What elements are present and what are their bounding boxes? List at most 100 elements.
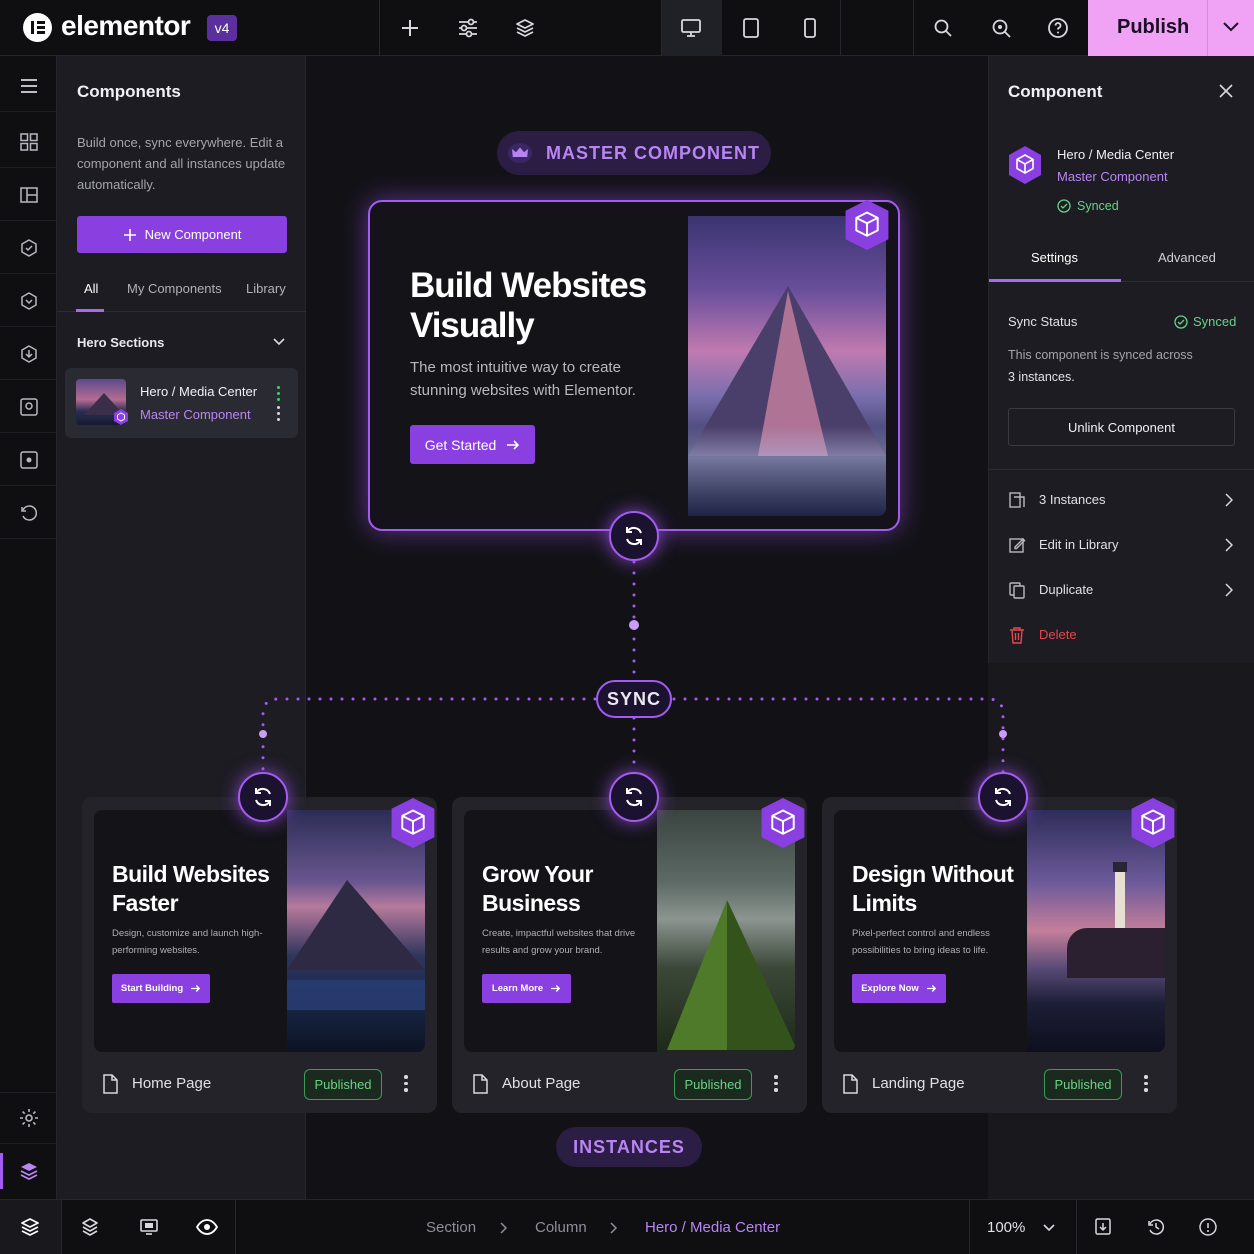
delete-row[interactable]: Delete <box>989 613 1254 657</box>
instance-card[interactable]: Grow Your Business Create, impactful web… <box>452 797 807 1113</box>
master-subtitle: The most intuitive way to create stunnin… <box>410 359 636 399</box>
page-name: Home Page <box>132 1075 212 1092</box>
duplicate-icon <box>1009 582 1025 599</box>
zoom-value[interactable]: 100% <box>987 1219 1025 1236</box>
instance-card[interactable]: Design Without Limits Pixel-perfect cont… <box>822 797 1177 1113</box>
instance-title: Design Without Limits <box>852 861 1014 916</box>
instances-row[interactable]: 3 Instances <box>989 478 1254 522</box>
instance-footer: Landing Page Published <box>842 1069 1162 1101</box>
edit-icon <box>1009 538 1026 553</box>
instances-label: 3 Instances <box>1039 492 1106 507</box>
more-options-icon[interactable] <box>404 1075 408 1095</box>
chevron-right-icon <box>500 1222 508 1234</box>
layers-icon[interactable] <box>18 1215 42 1239</box>
cube-badge-icon <box>761 798 805 848</box>
responsive-icon[interactable] <box>137 1215 161 1239</box>
instance-title: Build Websites Faster <box>112 861 270 916</box>
bottom-bar: Section Column Hero / Media Center 100% <box>0 1199 1254 1254</box>
instance-subtitle: Design, customize and launch high-perfor… <box>112 928 263 956</box>
duplicate-label: Duplicate <box>1039 582 1094 597</box>
edit-in-library-row[interactable]: Edit in Library <box>989 523 1254 567</box>
history-icon[interactable] <box>1144 1215 1168 1239</box>
master-component-pill: MASTER COMPONENT <box>497 131 771 175</box>
sync-description: This component is synced across <box>1008 348 1193 362</box>
published-badge: Published <box>304 1069 382 1100</box>
explore-now-button[interactable]: Explore Now <box>852 974 946 1003</box>
sync-count: 3 instances. <box>1008 370 1075 384</box>
breadcrumb-current[interactable]: Hero / Media Center <box>645 1219 780 1236</box>
synced-status: Synced <box>1077 199 1119 213</box>
more-options-icon[interactable] <box>1144 1075 1148 1095</box>
arrow-right-icon <box>926 985 936 992</box>
chevron-right-icon <box>1225 493 1233 507</box>
instances-pill: INSTANCES <box>556 1127 702 1167</box>
sync-icon <box>255 787 271 807</box>
sync-icon <box>626 526 642 546</box>
sync-status-value: Synced <box>1193 314 1237 329</box>
component-name: Hero / Media Center <box>1057 147 1175 162</box>
cube-badge-icon <box>845 200 889 250</box>
breadcrumb-column[interactable]: Column <box>535 1219 587 1236</box>
notifications-icon[interactable] <box>1196 1215 1220 1239</box>
get-started-button[interactable]: Get Started <box>410 425 535 464</box>
component-settings-panel: Component Hero / Media Center Master Com… <box>988 56 1254 663</box>
learn-more-button[interactable]: Learn More <box>482 974 571 1003</box>
navigator-icon[interactable] <box>78 1215 102 1239</box>
cube-badge-icon <box>391 798 435 848</box>
sync-icon <box>626 787 642 807</box>
sync-node-master <box>609 511 659 561</box>
instance-footer: Home Page Published <box>102 1069 422 1101</box>
sync-status-label: Sync Status <box>1008 314 1078 329</box>
arrow-right-icon <box>507 439 520 450</box>
page-icon <box>843 1074 858 1094</box>
sync-node-instance <box>238 772 288 822</box>
chevron-down-icon[interactable] <box>1042 1223 1056 1233</box>
instance-subtitle: Create, impactful websites that drive re… <box>482 928 636 956</box>
save-draft-icon[interactable] <box>1091 1215 1115 1239</box>
preview-eye-icon[interactable] <box>195 1215 219 1239</box>
mountain-image <box>688 216 886 516</box>
instance-title: Grow Your Business <box>482 861 593 916</box>
sync-icon <box>995 787 1011 807</box>
close-icon[interactable] <box>1218 83 1234 99</box>
page-icon <box>473 1074 488 1094</box>
crown-icon <box>508 143 532 163</box>
cube-badge-icon <box>1131 798 1175 848</box>
unlink-component-button[interactable]: Unlink Component <box>1008 408 1235 446</box>
instance-subtitle: Pixel-perfect control and endless possib… <box>852 928 990 956</box>
duplicate-row[interactable]: Duplicate <box>989 568 1254 612</box>
settings-panel-title: Component <box>1008 82 1103 101</box>
page-name: About Page <box>502 1075 581 1092</box>
instance-button-label: Learn More <box>491 983 544 994</box>
editor-root: elementor v4 Publish Components Build on… <box>0 0 1254 1254</box>
tab-advanced[interactable]: Advanced <box>1158 250 1216 265</box>
sync-node-instance <box>978 772 1028 822</box>
tab-indicator <box>989 279 1121 282</box>
edit-in-library-label: Edit in Library <box>1039 537 1119 552</box>
delete-label: Delete <box>1039 627 1077 642</box>
component-hex-icon <box>1009 146 1041 184</box>
get-started-label: Get Started <box>424 436 497 453</box>
check-circle-icon <box>1057 199 1071 213</box>
instance-card[interactable]: Build Websites Faster Design, customize … <box>82 797 437 1113</box>
master-component-card[interactable]: Build Websites Visually The most intuiti… <box>368 200 900 531</box>
arrow-right-icon <box>551 985 561 992</box>
tab-settings[interactable]: Settings <box>1031 250 1078 265</box>
check-circle-icon <box>1174 315 1188 329</box>
sync-node-instance <box>609 772 659 822</box>
trash-icon <box>1010 627 1024 644</box>
start-building-button[interactable]: Start Building <box>112 974 210 1003</box>
published-badge: Published <box>674 1069 752 1100</box>
instance-button-label: Start Building <box>120 983 184 994</box>
arrow-right-icon <box>191 985 201 992</box>
more-options-icon[interactable] <box>774 1075 778 1095</box>
page-icon <box>103 1074 118 1094</box>
published-badge: Published <box>1044 1069 1122 1100</box>
breadcrumb-section[interactable]: Section <box>426 1219 476 1236</box>
instance-footer: About Page Published <box>472 1069 792 1101</box>
chevron-right-icon <box>610 1222 618 1234</box>
component-type: Master Component <box>1057 169 1168 184</box>
master-preview: Build Websites Visually The most intuiti… <box>384 216 886 516</box>
chevron-right-icon <box>1225 538 1233 552</box>
instance-button-label: Explore Now <box>861 983 919 994</box>
